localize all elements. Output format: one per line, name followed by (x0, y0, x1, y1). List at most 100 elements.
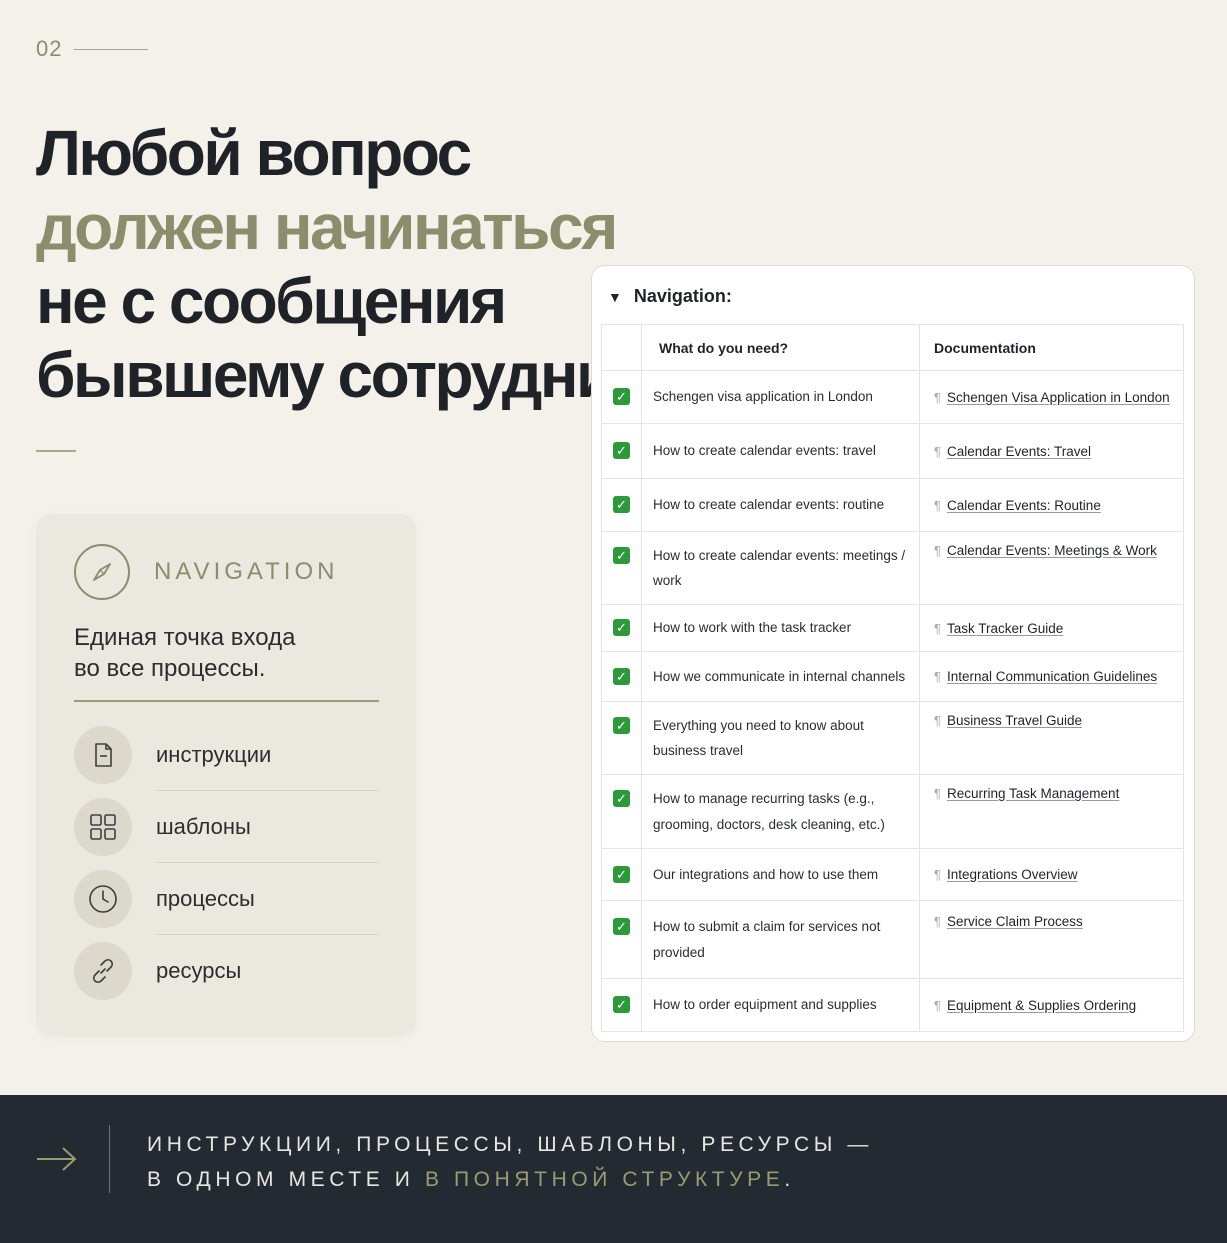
page-icon: ¶ (934, 867, 941, 882)
card-title: NAVIGATION (154, 558, 339, 585)
page-icon: ¶ (934, 543, 941, 558)
card-item-label: инструкции (156, 742, 272, 767)
doc-link[interactable]: Task Tracker Guide (947, 621, 1063, 636)
doc-link[interactable]: Equipment & Supplies Ordering (947, 998, 1136, 1013)
doc-link[interactable]: Calendar Events: Routine (947, 498, 1101, 513)
doc-cell: ¶ Internal Communication Guidelines (919, 651, 1184, 702)
question-cell: How to work with the task tracker (641, 604, 920, 652)
checkbox-cell: ✓ (601, 651, 642, 702)
card-subtitle-line-1: Единая точка входа (74, 624, 296, 651)
arrow-right-icon (36, 1145, 78, 1178)
footer-line-1: ИНСТРУКЦИИ, ПРОЦЕССЫ, ШАБЛОНЫ, РЕСУРСЫ — (147, 1133, 873, 1156)
card-divider (74, 700, 379, 702)
question-cell: How to create calendar events: travel (641, 423, 920, 479)
card-item-instructions[interactable]: инструкции (74, 719, 379, 791)
checkbox-cell: ✓ (601, 774, 642, 849)
document-icon (74, 726, 132, 784)
question-cell: How to submit a claim for services not p… (641, 900, 920, 979)
doc-cell: ¶ Equipment & Supplies Ordering (919, 978, 1184, 1032)
table-row: ✓ Schengen visa application in London ¶ S… (601, 370, 1184, 424)
checkbox-cell: ✓ (601, 900, 642, 979)
headline-line-3: не с сообщения (36, 265, 507, 337)
table-row: ✓ Everything you need to know about busi… (601, 701, 1184, 775)
headline-line-1: Любой вопрос (36, 117, 472, 189)
table-row: ✓ How to create calendar events: meeting… (601, 531, 1184, 605)
page-number-rule (74, 48, 149, 50)
checkbox-checked-icon[interactable]: ✓ (613, 547, 630, 564)
page-number-text: 02 (36, 36, 63, 61)
headline: Любой вопрос должен начинаться не с сооб… (36, 116, 688, 412)
doc-link[interactable]: Integrations Overview (947, 867, 1078, 882)
checkbox-checked-icon[interactable]: ✓ (613, 865, 630, 883)
doc-cell: ¶ Task Tracker Guide (919, 604, 1184, 652)
card-item-label: шаблоны (156, 814, 251, 839)
checkbox-checked-icon[interactable]: ✓ (613, 996, 630, 1013)
table-row: ✓ Our integrations and how to use them ¶… (601, 848, 1184, 901)
table-row: ✓ How to order equipment and supplies ¶ E… (601, 978, 1184, 1032)
question-cell: How to order equipment and supplies (641, 978, 920, 1032)
triangle-down-icon: ▼ (608, 288, 622, 305)
panel-toggle[interactable]: ▼ Navigation: (608, 286, 732, 307)
page-icon: ¶ (934, 497, 941, 513)
footer-banner: ИНСТРУКЦИИ, ПРОЦЕССЫ, ШАБЛОНЫ, РЕСУРСЫ —… (0, 1095, 1227, 1243)
column-header: Documentation (919, 324, 1184, 371)
doc-cell: ¶ Service Claim Process (919, 900, 1184, 979)
table-row: ✓ How to work with the task tracker ¶ Tas… (601, 604, 1184, 652)
compass-icon (74, 544, 130, 600)
checkbox-cell: ✓ (601, 478, 642, 532)
card-item-resources[interactable]: ресурсы (74, 935, 379, 1007)
link-icon (74, 942, 132, 1000)
doc-link[interactable]: Calendar Events: Meetings & Work (947, 543, 1157, 558)
table-row: ✓ How to create calendar events: travel … (601, 423, 1184, 479)
navigation-card: NAVIGATION Единая точка входа во все про… (36, 514, 416, 1036)
doc-link[interactable]: Business Travel Guide (947, 713, 1082, 728)
doc-link[interactable]: Schengen Visa Application in London (947, 390, 1170, 405)
checkbox-checked-icon[interactable]: ✓ (613, 442, 630, 459)
page-icon: ¶ (934, 620, 941, 636)
page-icon: ¶ (934, 786, 941, 801)
navigation-panel: ▼ Navigation: What do you need? Document… (591, 265, 1195, 1042)
grid-icon (74, 798, 132, 856)
table-row: ✓ How to create calendar events: routine… (601, 478, 1184, 532)
clock-icon (74, 870, 132, 928)
doc-cell: ¶ Calendar Events: Travel (919, 423, 1184, 479)
page-icon: ¶ (934, 669, 941, 684)
page-icon: ¶ (934, 443, 941, 459)
checkbox-checked-icon[interactable]: ✓ (613, 496, 630, 513)
footer-text: ИНСТРУКЦИИ, ПРОЦЕССЫ, ШАБЛОНЫ, РЕСУРСЫ —… (147, 1127, 873, 1197)
panel-title: Navigation: (633, 286, 732, 306)
checkbox-cell: ✓ (601, 701, 642, 775)
checkbox-checked-icon[interactable]: ✓ (613, 667, 630, 685)
doc-cell: ¶ Recurring Task Management (919, 774, 1184, 849)
checkbox-checked-icon[interactable]: ✓ (613, 619, 630, 636)
table-row: ✓ How we communicate in internal channel… (601, 651, 1184, 702)
card-item-templates[interactable]: шаблоны (74, 791, 379, 863)
doc-link[interactable]: Recurring Task Management (947, 786, 1119, 801)
doc-cell: ¶ Schengen Visa Application in London (919, 370, 1184, 424)
doc-cell: ¶ Calendar Events: Routine (919, 478, 1184, 532)
checkbox-checked-icon[interactable]: ✓ (613, 918, 630, 935)
card-subtitle: Единая точка входа во все процессы. (74, 622, 295, 684)
column-header: What do you need? (641, 324, 920, 371)
headline-line-2: должен начинаться (36, 191, 618, 263)
doc-link[interactable]: Service Claim Process (947, 914, 1083, 929)
checkbox-checked-icon[interactable]: ✓ (613, 717, 630, 734)
checkbox-checked-icon[interactable]: ✓ (613, 790, 630, 807)
question-cell: How to create calendar events: routine (641, 478, 920, 532)
question-cell: Everything you need to know about busine… (641, 701, 920, 775)
doc-cell: ¶ Calendar Events: Meetings & Work (919, 531, 1184, 605)
table-row: ✓ How to manage recurring tasks (e.g., g… (601, 774, 1184, 849)
question-cell: Our integrations and how to use them (641, 848, 920, 901)
checkbox-cell: ✓ (601, 978, 642, 1032)
card-item-label: процессы (156, 886, 255, 911)
headline-line-4: бывшему сотруднику. (36, 339, 688, 411)
doc-link[interactable]: Calendar Events: Travel (947, 444, 1091, 459)
card-item-label: ресурсы (156, 958, 242, 983)
doc-cell: ¶ Integrations Overview (919, 848, 1184, 901)
doc-link[interactable]: Internal Communication Guidelines (947, 669, 1157, 684)
card-item-processes[interactable]: процессы (74, 863, 379, 935)
page-icon: ¶ (934, 389, 941, 405)
checkbox-checked-icon[interactable]: ✓ (613, 388, 630, 405)
doc-cell: ¶ Business Travel Guide (919, 701, 1184, 775)
question-cell: How to create calendar events: meetings … (641, 531, 920, 605)
